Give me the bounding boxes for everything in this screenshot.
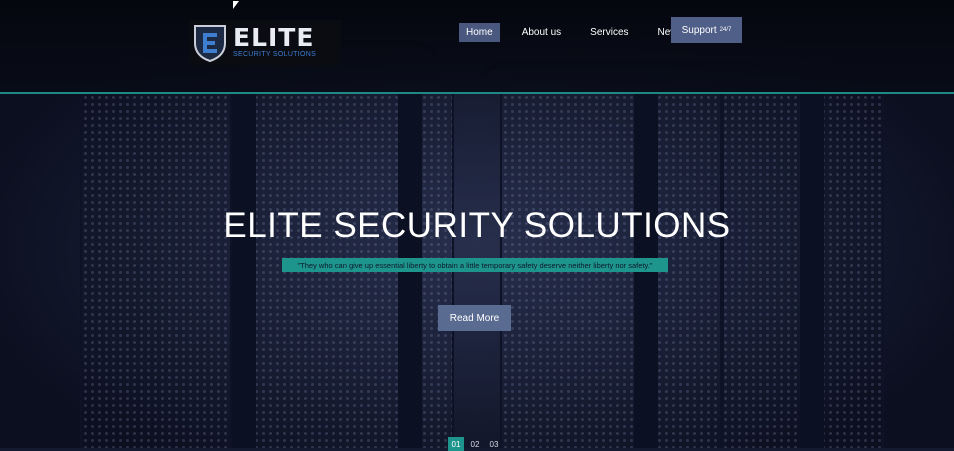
support-button[interactable]: Support 24/7 bbox=[671, 17, 742, 43]
logo-wordmark: ELITE bbox=[233, 23, 315, 52]
nav-item-services[interactable]: Services bbox=[583, 23, 635, 42]
mouse-cursor bbox=[233, 1, 239, 9]
logo-text: ELITE SECURITY SOLUTIONS bbox=[233, 23, 317, 59]
shield-icon bbox=[191, 22, 229, 64]
slide-dot-1[interactable]: 01 bbox=[448, 437, 464, 451]
site-header: ELITE SECURITY SOLUTIONS Home About us S… bbox=[0, 0, 954, 94]
site-logo[interactable]: ELITE SECURITY SOLUTIONS bbox=[189, 20, 341, 65]
slider-pagination: 01 02 03 bbox=[448, 437, 505, 451]
main-nav: Home About us Services News bbox=[459, 23, 705, 42]
slide-dot-3[interactable]: 03 bbox=[486, 437, 502, 451]
support-hours: 24/7 bbox=[719, 27, 732, 33]
slide-dot-2[interactable]: 02 bbox=[467, 437, 483, 451]
cable bbox=[470, 60, 780, 290]
support-label: Support bbox=[681, 24, 717, 36]
read-more-button[interactable]: Read More bbox=[438, 305, 511, 331]
rack-divider bbox=[800, 94, 824, 448]
hero-title: ELITE SECURITY SOLUTIONS bbox=[223, 206, 731, 245]
logo-tagline: SECURITY SOLUTIONS bbox=[233, 51, 317, 58]
nav-item-home[interactable]: Home bbox=[459, 23, 500, 42]
hero-quote: "They who can give up essential liberty … bbox=[282, 258, 668, 272]
nav-item-about-us[interactable]: About us bbox=[515, 23, 568, 42]
